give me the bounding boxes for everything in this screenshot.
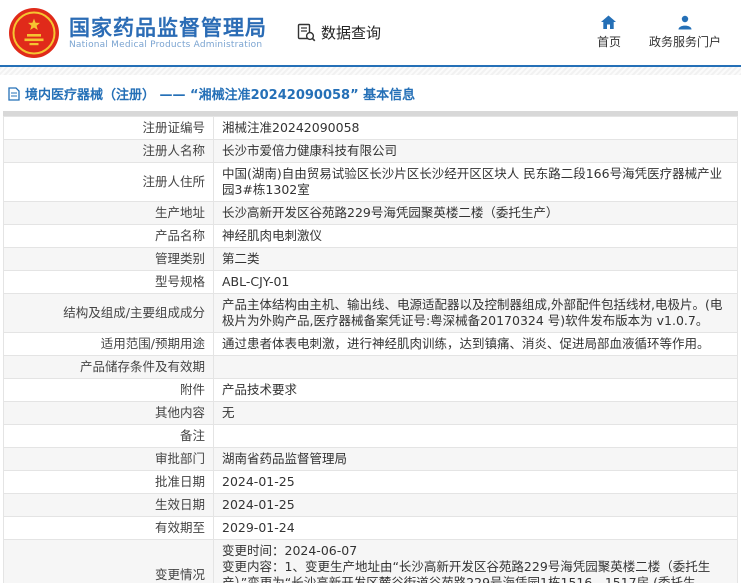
user-icon xyxy=(677,15,693,30)
row-value: 2024-01-25 xyxy=(214,494,738,517)
row-value xyxy=(214,425,738,448)
table-row: 结构及组成/主要组成成分产品主体结构由主机、输出线、电源适配器以及控制器组成,外… xyxy=(4,294,738,333)
nav-home[interactable]: 首页 xyxy=(597,15,621,50)
row-value: 湖南省药品监督管理局 xyxy=(214,448,738,471)
page-icon xyxy=(8,87,20,101)
row-value: 产品技术要求 xyxy=(214,379,738,402)
row-label: 生效日期 xyxy=(4,494,214,517)
table-row: 生产地址长沙高新开发区谷苑路229号海凭园聚英楼二楼（委托生产） xyxy=(4,202,738,225)
table-row: 注册人住所中国(湖南)自由贸易试验区长沙片区长沙经开区区块人 民东路二段166号… xyxy=(4,163,738,202)
header-divider-strip xyxy=(0,67,741,75)
table-row: 生效日期2024-01-25 xyxy=(4,494,738,517)
row-label: 其他内容 xyxy=(4,402,214,425)
row-label: 注册人住所 xyxy=(4,163,214,202)
row-label: 批准日期 xyxy=(4,471,214,494)
data-query-label: 数据查询 xyxy=(321,22,381,43)
row-label: 结构及组成/主要组成成分 xyxy=(4,294,214,333)
row-value: 2029-01-24 xyxy=(214,517,738,540)
row-label: 产品名称 xyxy=(4,225,214,248)
table-row: 有效期至2029-01-24 xyxy=(4,517,738,540)
row-label: 生产地址 xyxy=(4,202,214,225)
table-row: 注册人名称长沙市爱倍力健康科技有限公司 xyxy=(4,140,738,163)
row-label: 注册证编号 xyxy=(4,117,214,140)
row-value: 产品主体结构由主机、输出线、电源适配器以及控制器组成,外部配件包括线材,电极片。… xyxy=(214,294,738,333)
row-value-line: 变更时间：2024-06-07 xyxy=(222,543,729,559)
table-row: 其他内容无 xyxy=(4,402,738,425)
row-label: 备注 xyxy=(4,425,214,448)
home-icon xyxy=(600,15,617,30)
agency-title-block: 国家药品监督管理局 National Medical Products Admi… xyxy=(69,16,267,50)
row-label: 管理类别 xyxy=(4,248,214,271)
table-row: 适用范围/预期用途通过患者体表电刺激，进行神经肌肉训练，达到镇痛、消炎、促进局部… xyxy=(4,333,738,356)
row-label: 型号规格 xyxy=(4,271,214,294)
nav-gov-service-label: 政务服务门户 xyxy=(649,33,721,50)
nav-home-label: 首页 xyxy=(597,33,621,50)
table-row: 产品储存条件及有效期 xyxy=(4,356,738,379)
agency-name-english: National Medical Products Administration xyxy=(69,40,267,50)
row-value xyxy=(214,356,738,379)
table-row: 管理类别第二类 xyxy=(4,248,738,271)
row-value: 中国(湖南)自由贸易试验区长沙片区长沙经开区区块人 民东路二段166号海凭医疗器… xyxy=(214,163,738,202)
row-value: 第二类 xyxy=(214,248,738,271)
table-row: 批准日期2024-01-25 xyxy=(4,471,738,494)
table-row: 备注 xyxy=(4,425,738,448)
header-nav: 首页 政务服务门户 xyxy=(597,15,727,50)
table-row: 产品名称神经肌肉电刺激仪 xyxy=(4,225,738,248)
agency-name: 国家药品监督管理局 xyxy=(69,16,267,40)
row-label: 注册人名称 xyxy=(4,140,214,163)
row-label: 适用范围/预期用途 xyxy=(4,333,214,356)
info-table-body: 注册证编号湘械注准20242090058注册人名称长沙市爱倍力健康科技有限公司注… xyxy=(4,117,738,583)
row-label: 附件 xyxy=(4,379,214,402)
row-label: 有效期至 xyxy=(4,517,214,540)
table-row: 型号规格ABL-CJY-01 xyxy=(4,271,738,294)
row-value: 2024-01-25 xyxy=(214,471,738,494)
registration-info-table: 注册证编号湘械注准20242090058注册人名称长沙市爱倍力健康科技有限公司注… xyxy=(3,111,738,583)
row-label: 审批部门 xyxy=(4,448,214,471)
row-value: 无 xyxy=(214,402,738,425)
document-search-icon xyxy=(297,23,316,42)
row-value: 长沙高新开发区谷苑路229号海凭园聚英楼二楼（委托生产） xyxy=(214,202,738,225)
row-label: 变更情况 xyxy=(4,540,214,583)
table-row: 变更情况变更时间：2024-06-07变更内容：1、变更生产地址由“长沙高新开发… xyxy=(4,540,738,583)
row-value: 长沙市爱倍力健康科技有限公司 xyxy=(214,140,738,163)
site-header: 国家药品监督管理局 National Medical Products Admi… xyxy=(0,0,741,67)
national-emblem-logo xyxy=(8,7,60,59)
data-query-button[interactable]: 数据查询 xyxy=(297,22,381,43)
nav-gov-service-portal[interactable]: 政务服务门户 xyxy=(649,15,721,50)
row-value: ABL-CJY-01 xyxy=(214,271,738,294)
table-row: 注册证编号湘械注准20242090058 xyxy=(4,117,738,140)
row-value: 湘械注准20242090058 xyxy=(214,117,738,140)
row-value: 变更时间：2024-06-07变更内容：1、变更生产地址由“长沙高新开发区谷苑路… xyxy=(214,540,738,583)
row-value: 通过患者体表电刺激，进行神经肌肉训练，达到镇痛、消炎、促进局部血液循环等作用。 xyxy=(214,333,738,356)
row-value-line: 变更内容：1、变更生产地址由“长沙高新开发区谷苑路229号海凭园聚英楼二楼（委托… xyxy=(222,559,729,583)
breadcrumb-text: 境内医疗器械（注册） —— “湘械注准20242090058” 基本信息 xyxy=(25,84,415,103)
breadcrumb: 境内医疗器械（注册） —— “湘械注准20242090058” 基本信息 xyxy=(0,75,741,111)
row-label: 产品储存条件及有效期 xyxy=(4,356,214,379)
table-row: 附件产品技术要求 xyxy=(4,379,738,402)
row-value: 神经肌肉电刺激仪 xyxy=(214,225,738,248)
table-row: 审批部门湖南省药品监督管理局 xyxy=(4,448,738,471)
